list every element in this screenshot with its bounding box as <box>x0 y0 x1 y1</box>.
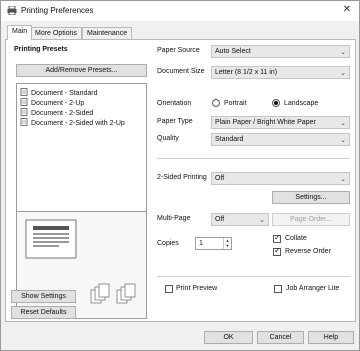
divider <box>157 158 350 159</box>
printer-icon <box>7 6 17 15</box>
document-size-label: Document Size <box>157 68 205 75</box>
landscape-label[interactable]: Landscape <box>284 100 318 107</box>
window-title: Printing Preferences <box>21 6 94 15</box>
list-item[interactable]: Document - 2-Sided <box>20 108 93 117</box>
page-order-button[interactable]: Page Order... <box>272 213 350 226</box>
paper-source-label: Paper Source <box>157 47 200 54</box>
chevron-down-icon: ⌄ <box>340 120 346 127</box>
paper-source-select[interactable]: Auto Select ⌄ <box>211 45 350 58</box>
tab-main[interactable]: Main <box>7 25 33 40</box>
collate-checkbox[interactable] <box>273 233 281 243</box>
portrait-label[interactable]: Portrait <box>224 100 247 107</box>
portrait-radio[interactable] <box>212 99 220 107</box>
preset-label: Document - Standard <box>31 90 98 97</box>
document-size-value: Letter (8 1/2 x 11 in) <box>215 69 278 76</box>
help-button[interactable]: Help <box>308 331 354 344</box>
two-sided-printing-label: 2-Sided Printing <box>157 174 207 181</box>
quality-value: Standard <box>215 136 244 143</box>
list-item[interactable]: Document - Standard <box>20 88 98 97</box>
tab-maintenance[interactable]: Maintenance <box>82 27 133 39</box>
add-remove-presets-button[interactable]: Add/Remove Presets... <box>16 64 147 77</box>
two-sided-printing-value: Off <box>215 175 225 182</box>
multi-page-value: Off <box>215 216 225 223</box>
paper-type-select[interactable]: Plain Paper / Bright White Paper ⌄ <box>211 116 350 129</box>
reverse-order-label[interactable]: Reverse Order <box>285 248 331 255</box>
main-tab-panel: Printing Presets Add/Remove Presets... D… <box>5 39 356 322</box>
printing-preferences-window: Printing Preferences ✕ Main More Options… <box>0 0 360 351</box>
copies-value: 1 <box>199 240 203 247</box>
list-item[interactable]: Document - 2-Sided with 2-Up <box>20 118 125 127</box>
divider <box>157 276 350 277</box>
reverse-order-checkbox[interactable] <box>273 246 281 256</box>
show-settings-button[interactable]: Show Settings <box>11 290 76 303</box>
printing-presets-heading: Printing Presets <box>14 46 68 53</box>
document-size-select[interactable]: Letter (8 1/2 x 11 in) ⌄ <box>211 66 350 79</box>
paper-source-value: Auto Select <box>215 48 251 55</box>
chevron-down-icon: ⌄ <box>340 137 346 144</box>
collate-label[interactable]: Collate <box>285 235 307 242</box>
document-icon <box>20 108 28 116</box>
quality-label: Quality <box>157 135 179 142</box>
stepper-arrows-icon[interactable]: ▲ ▼ <box>223 238 231 249</box>
chevron-down-icon: ⌄ <box>340 176 346 183</box>
title-bar: Printing Preferences ✕ <box>1 1 359 21</box>
chevron-down-icon: ⌄ <box>340 70 346 77</box>
ok-button[interactable]: OK <box>204 331 253 344</box>
copies-stepper[interactable]: 1 ▲ ▼ <box>195 237 232 250</box>
quality-select[interactable]: Standard ⌄ <box>211 133 350 146</box>
list-item[interactable]: Document - 2-Up <box>20 98 84 107</box>
document-icon <box>20 98 28 106</box>
preset-label: Document - 2-Sided with 2-Up <box>31 120 125 127</box>
landscape-radio[interactable] <box>272 99 280 107</box>
cancel-button[interactable]: Cancel <box>257 331 304 344</box>
paper-type-label: Paper Type <box>157 118 193 125</box>
chevron-down-icon: ⌄ <box>259 217 265 224</box>
two-sided-settings-button[interactable]: Settings... <box>272 191 350 204</box>
close-icon[interactable]: ✕ <box>343 4 351 15</box>
preset-label: Document - 2-Up <box>31 100 85 107</box>
print-preview-label[interactable]: Print Preview <box>176 285 217 292</box>
tab-more-options[interactable]: More Options <box>30 27 83 39</box>
print-preview-checkbox[interactable] <box>165 285 173 293</box>
document-icon <box>20 118 28 126</box>
multi-page-select[interactable]: Off ⌄ <box>211 213 269 226</box>
copies-label: Copies <box>157 240 179 247</box>
document-icon <box>20 88 28 96</box>
chevron-down-icon: ⌄ <box>340 49 346 56</box>
preset-label: Document - 2-Sided <box>31 110 94 117</box>
multi-page-label: Multi-Page <box>157 215 191 222</box>
two-sided-printing-select[interactable]: Off ⌄ <box>211 172 350 185</box>
orientation-label: Orientation <box>157 100 192 107</box>
job-arranger-lite-checkbox[interactable] <box>274 285 282 293</box>
job-arranger-lite-label[interactable]: Job Arranger Lite <box>286 285 339 292</box>
reset-defaults-button[interactable]: Reset Defaults <box>11 306 76 319</box>
paper-type-value: Plain Paper / Bright White Paper <box>215 119 316 126</box>
